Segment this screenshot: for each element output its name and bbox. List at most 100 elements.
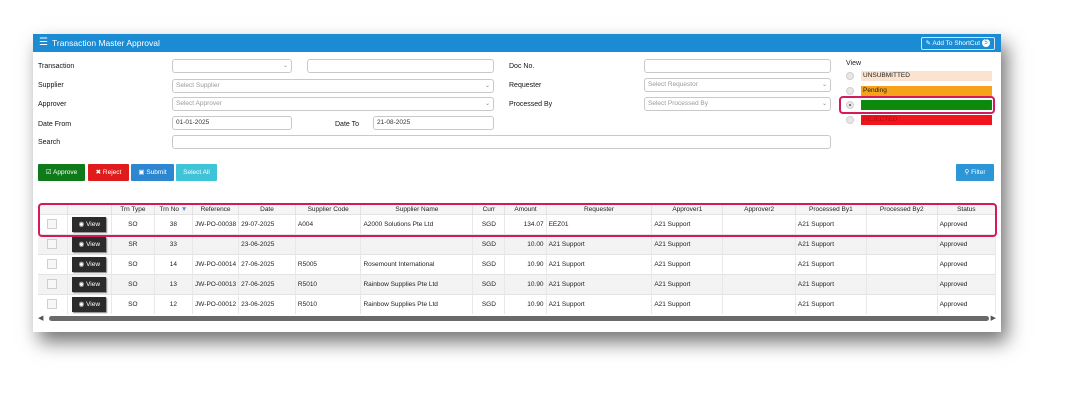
- cell-approver1: A21 Support: [651, 234, 724, 255]
- row-view-cell: ◉ View: [67, 254, 113, 275]
- cell-curr: SGD: [472, 254, 506, 275]
- row-checkbox[interactable]: [47, 298, 58, 309]
- menu-icon[interactable]: ☰: [39, 38, 48, 48]
- cell-amount: 10.00: [504, 234, 547, 255]
- cell-supplier-name: Rainbow Supplies Pte Ltd: [360, 294, 474, 314]
- requester-placeholder: Select Requestor: [648, 81, 698, 88]
- cell-trn-type: SO: [111, 294, 155, 314]
- view-button-label: View: [86, 261, 101, 268]
- reject-label: Reject: [102, 169, 122, 176]
- close-icon: ✖: [95, 169, 102, 176]
- check-icon: ☑: [45, 169, 52, 176]
- cell-status: Approved: [937, 234, 997, 255]
- scroll-left-icon[interactable]: ◀: [38, 314, 43, 322]
- cell-reference: JW-PO-00013: [192, 274, 240, 295]
- view-button[interactable]: ◉ View: [72, 297, 107, 312]
- view-option-bar: Pending: [861, 86, 992, 96]
- approved-highlight: [839, 96, 995, 114]
- chevron-down-icon: ⌄: [484, 83, 490, 89]
- row-view-cell: ◉ View: [67, 274, 113, 295]
- cell-requester: A21 Support: [546, 274, 653, 295]
- view-option-bar: REJECTED: [861, 115, 992, 125]
- cell-processed-by2: [866, 254, 938, 275]
- transaction-select[interactable]: ⌄: [172, 59, 292, 73]
- radio-icon[interactable]: [846, 87, 854, 95]
- add-to-shortcut-label: Add To ShortCut: [932, 40, 980, 47]
- view-button-label: View: [86, 241, 101, 248]
- cell-trn-type: SO: [111, 274, 155, 295]
- cell-amount: 10.90: [504, 294, 547, 314]
- cell-approver1: A21 Support: [651, 254, 724, 275]
- cell-requester: A21 Support: [546, 294, 653, 314]
- chevron-down-icon: ⌄: [821, 101, 827, 107]
- view-option-bar: UNSUBMITTED: [861, 71, 992, 81]
- date-to-input[interactable]: 21-08-2025: [373, 116, 494, 130]
- cell-date: 27-06-2025: [238, 274, 296, 295]
- requester-select[interactable]: Select Requestor ⌄: [644, 78, 831, 92]
- date-to-label: Date To: [335, 121, 359, 128]
- row-checkbox[interactable]: [47, 258, 58, 269]
- supplier-placeholder: Select Supplier: [176, 82, 220, 89]
- eye-icon: ◉: [78, 301, 87, 308]
- cell-status: Approved: [937, 254, 997, 275]
- date-from-input[interactable]: 01-01-2025: [172, 116, 292, 130]
- cell-processed-by1: A21 Support: [795, 274, 867, 295]
- save-icon: ▣: [138, 169, 145, 176]
- approver-label: Approver: [38, 101, 67, 108]
- table-row[interactable]: ◉ View SO 12 JW-PO-00012 23-06-2025 R5010 Rain…: [38, 294, 997, 314]
- cell-approver1: A21 Support: [651, 274, 724, 295]
- horizontal-scrollbar[interactable]: ◀ ▶: [38, 315, 996, 323]
- approver-select[interactable]: Select Approver ⌄: [172, 97, 494, 111]
- cell-trn-no: 12: [154, 294, 194, 314]
- chevron-down-icon: ⌄: [821, 82, 827, 88]
- supplier-label: Supplier: [38, 82, 64, 89]
- page-title: Transaction Master Approval: [52, 38, 160, 48]
- row-checkbox[interactable]: [47, 278, 58, 289]
- cell-curr: SGD: [472, 274, 506, 295]
- processed-by-placeholder: Select Processed By: [648, 100, 708, 107]
- cell-reference: [192, 234, 240, 255]
- scroll-right-icon[interactable]: ▶: [991, 314, 996, 322]
- view-button[interactable]: ◉ View: [72, 277, 107, 292]
- view-option-rejected[interactable]: REJECTED: [846, 115, 993, 125]
- cell-date: 23-06-2025: [238, 234, 296, 255]
- transaction-input[interactable]: [307, 59, 494, 73]
- radio-icon[interactable]: [846, 116, 854, 124]
- cell-trn-type: SR: [111, 234, 155, 255]
- table-row[interactable]: ◉ View SO 13 JW-PO-00013 27-06-2025 R5010 Rain…: [38, 274, 997, 295]
- approve-button[interactable]: ☑ Approve: [38, 164, 85, 181]
- select-all-button[interactable]: Select All: [176, 164, 217, 181]
- cell-processed-by2: [866, 294, 938, 314]
- row-view-cell: ◉ View: [67, 234, 113, 255]
- reject-button[interactable]: ✖ Reject: [88, 164, 129, 181]
- doc-no-input[interactable]: [644, 59, 831, 73]
- view-option-pending[interactable]: Pending: [846, 86, 993, 96]
- cell-reference: JW-PO-00014: [192, 254, 240, 275]
- table-row[interactable]: ◉ View SO 14 JW-PO-00014 27-06-2025 R5005 Rose…: [38, 254, 997, 275]
- view-option-unsubmitted[interactable]: UNSUBMITTED: [846, 71, 993, 81]
- supplier-select[interactable]: Select Supplier ⌄: [172, 79, 494, 93]
- scrollbar-thumb[interactable]: [49, 316, 989, 321]
- view-label: View: [846, 60, 862, 67]
- submit-button[interactable]: ▣ Submit: [131, 164, 174, 181]
- selected-row-highlight: [38, 203, 997, 237]
- cell-status: Approved: [937, 274, 997, 295]
- view-button-label: View: [86, 281, 101, 288]
- view-button[interactable]: ◉ View: [72, 237, 107, 252]
- table-row[interactable]: ◉ View SR 33 23-06-2025 SGD 10.00 A21 Support A…: [38, 234, 997, 255]
- cell-trn-no: 13: [154, 274, 194, 295]
- cell-approver2: [722, 294, 796, 314]
- view-button[interactable]: ◉ View: [72, 257, 107, 272]
- cell-trn-type: SO: [111, 254, 155, 275]
- cell-approver2: [722, 274, 796, 295]
- row-select-cell: [38, 234, 68, 255]
- row-checkbox[interactable]: [47, 238, 58, 249]
- processed-by-select[interactable]: Select Processed By ⌄: [644, 97, 831, 111]
- row-select-cell: [38, 274, 68, 295]
- radio-icon[interactable]: [846, 72, 854, 80]
- add-to-shortcut-button[interactable]: ✎ Add To ShortCut 5: [920, 37, 995, 50]
- search-input[interactable]: [172, 135, 831, 149]
- cell-amount: 10.90: [504, 274, 547, 295]
- filter-button[interactable]: ⚲ Filter: [956, 164, 994, 181]
- cell-processed-by1: A21 Support: [795, 254, 867, 275]
